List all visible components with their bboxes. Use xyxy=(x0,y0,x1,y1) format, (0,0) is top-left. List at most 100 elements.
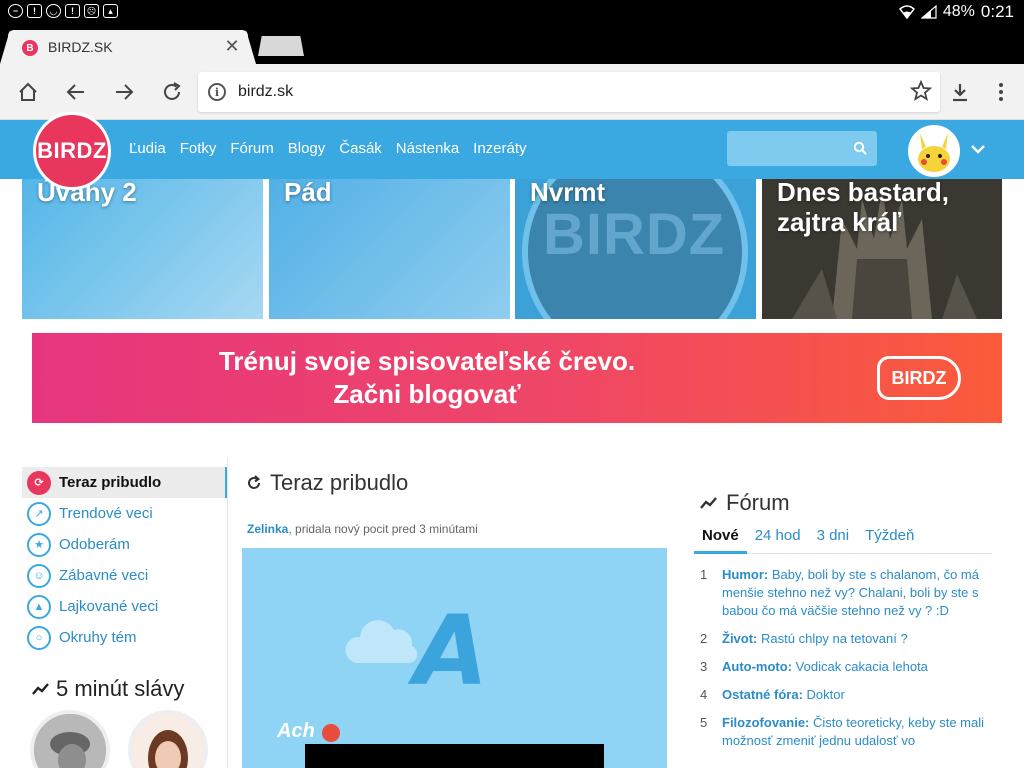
smile-icon: ☺ xyxy=(27,563,51,588)
browser-tab[interactable]: B BIRDZ.SK ✕ xyxy=(8,30,248,64)
favicon-icon: B xyxy=(22,40,38,56)
feed-heading: Teraz pribudlo xyxy=(246,470,408,496)
nav-fotky[interactable]: Fotky xyxy=(180,140,217,157)
item-title: Rastú chlpy na tetovaní ? xyxy=(761,631,908,646)
sidebar-item-trendove[interactable]: ↗ Trendové veci xyxy=(22,498,228,529)
new-tab-button[interactable] xyxy=(258,36,304,56)
sidebar-item-zabavne[interactable]: ☺ Zábavné veci xyxy=(22,560,228,591)
alert-icon: ! xyxy=(65,4,80,18)
item-number: 2 xyxy=(700,631,708,646)
sidebar-item-lajkovane[interactable]: ▲ Lajkované veci xyxy=(22,591,228,622)
item-number: 3 xyxy=(700,659,708,674)
clock: 0:21 xyxy=(980,2,1014,21)
search-icon[interactable] xyxy=(853,141,867,160)
more-vert-icon xyxy=(999,83,1003,101)
nav-inzeraty[interactable]: Inzeráty xyxy=(473,140,526,157)
item-number: 4 xyxy=(700,687,708,702)
item-category: Auto-moto: xyxy=(722,659,793,674)
blog-banner[interactable]: Trénuj svoje spisovateľské črevo. Začni … xyxy=(32,333,1002,423)
post-overlay xyxy=(305,744,604,768)
tab-tyzden[interactable]: Týždeň xyxy=(857,522,922,554)
item-title: Doktor xyxy=(806,687,845,702)
banner-text: Trénuj svoje spisovateľské črevo. Začni … xyxy=(192,345,662,411)
column-divider xyxy=(227,457,228,768)
fame-heading: 5 minút slávy xyxy=(32,676,184,702)
item-text: Auto-moto: Vodicak cakacia lehota xyxy=(722,658,928,676)
url-text[interactable]: birdz.sk xyxy=(238,83,293,101)
main-nav: Ľudia Fotky Fórum Blogy Časák Nástenka I… xyxy=(129,140,527,157)
tile-uvahy[interactable]: Úvahy 2 xyxy=(22,179,263,319)
tile-dnes-bastard[interactable]: Dnes bastard, zajtra kráľ xyxy=(762,179,1002,319)
sidebar-item-teraz-pribudlo[interactable]: ⟳ Teraz pribudlo xyxy=(22,467,228,498)
home-button[interactable] xyxy=(14,78,42,106)
arrow-left-icon xyxy=(66,84,84,100)
feed-sidebar: ⟳ Teraz pribudlo ↗ Trendové veci ★ Odobe… xyxy=(22,467,228,653)
list-item[interactable]: 2 Život: Rastú chlpy na tetovaní ? xyxy=(700,630,990,648)
list-item[interactable]: 1 Humor: Baby, boli by ste s chalanom, č… xyxy=(700,566,990,620)
trend-icon xyxy=(32,683,49,695)
sidebar-item-odoberam[interactable]: ★ Odoberám xyxy=(22,529,228,560)
nav-nastenka[interactable]: Nástenka xyxy=(396,140,459,157)
sidebar-item-label: Zábavné veci xyxy=(59,567,149,584)
bookmark-star-icon[interactable] xyxy=(909,79,933,107)
back-button[interactable] xyxy=(62,78,90,106)
user-avatar[interactable] xyxy=(908,125,960,177)
banner-line-2: Začni blogovať xyxy=(333,379,521,409)
item-category: Ostatné fóra: xyxy=(722,687,803,702)
sidebar-item-label: Odoberám xyxy=(59,536,130,553)
item-text: Filozofovanie: Čisto teoreticky, keby st… xyxy=(722,714,990,750)
sidebar-item-label: Okruhy tém xyxy=(59,629,137,646)
circle-icon: ○ xyxy=(27,625,51,650)
face-icon: ☹ xyxy=(84,4,99,18)
tile-pad[interactable]: Pád xyxy=(269,179,510,319)
image-icon: ▴ xyxy=(103,4,118,18)
home-icon xyxy=(19,82,37,101)
forum-tabs: Nové 24 hod 3 dni Týždeň xyxy=(694,522,992,554)
fame-avatar[interactable] xyxy=(30,710,110,768)
info-icon[interactable]: i xyxy=(208,83,226,101)
menu-button[interactable] xyxy=(987,78,1015,106)
item-text: Ostatné fóra: Doktor xyxy=(722,686,845,704)
nav-casak[interactable]: Časák xyxy=(339,140,382,157)
list-item[interactable]: 3 Auto-moto: Vodicak cakacia lehota xyxy=(700,658,990,676)
tile-title: Dnes bastard, zajtra kráľ xyxy=(777,179,949,237)
item-text: Humor: Baby, boli by ste s chalanom, čo … xyxy=(722,566,990,620)
nav-blogy[interactable]: Blogy xyxy=(288,140,326,157)
post-author[interactable]: Zelinka xyxy=(247,522,288,536)
arrow-right-icon xyxy=(116,84,134,100)
tile-nvrmt[interactable]: BIRDZ Nvrmt xyxy=(515,179,756,319)
minus-circle-icon: − xyxy=(8,4,23,18)
sidebar-item-okruhy[interactable]: ○ Okruhy tém xyxy=(22,622,228,653)
tab-24-hod[interactable]: 24 hod xyxy=(747,522,809,554)
site-logo[interactable]: BIRDZ xyxy=(33,112,111,190)
close-tab-icon[interactable]: ✕ xyxy=(222,36,242,56)
status-bar: − ! ◡ ! ☹ ▴ 48% 0:21 xyxy=(0,0,1024,24)
feed-title: Teraz pribudlo xyxy=(270,470,409,495)
sidebar-item-label: Teraz pribudlo xyxy=(59,474,162,491)
download-button[interactable] xyxy=(946,78,974,106)
fame-avatar[interactable] xyxy=(128,710,208,768)
item-number: 1 xyxy=(700,567,708,582)
item-category: Filozofovanie: xyxy=(722,715,810,730)
chevron-down-icon[interactable] xyxy=(970,142,986,160)
nav-ludia[interactable]: Ľudia xyxy=(129,140,166,157)
reload-button[interactable] xyxy=(158,78,186,106)
tile-title: Pád xyxy=(284,179,332,207)
soldier-photo xyxy=(34,714,106,768)
post-meta-text: , pridala nový pocit pred 3 minútami xyxy=(288,522,478,536)
list-item[interactable]: 5 Filozofovanie: Čisto teoreticky, keby … xyxy=(700,714,990,750)
post-caption: Ach xyxy=(277,720,315,742)
trend-icon xyxy=(700,497,717,509)
incognito-icon: ◡ xyxy=(46,4,61,18)
search-input[interactable] xyxy=(727,131,847,166)
post-image[interactable]: A Ach xyxy=(242,548,667,768)
list-item[interactable]: 4 Ostatné fóra: Doktor xyxy=(700,686,990,704)
tab-nove[interactable]: Nové xyxy=(694,522,747,554)
address-bar[interactable]: i birdz.sk xyxy=(198,72,940,112)
notification-icons: − ! ◡ ! ☹ ▴ xyxy=(8,4,118,18)
tab-title: BIRDZ.SK xyxy=(48,39,113,55)
nav-forum[interactable]: Fórum xyxy=(230,140,273,157)
forward-button[interactable] xyxy=(110,78,138,106)
tab-3-dni[interactable]: 3 dni xyxy=(809,522,858,554)
site-search xyxy=(727,131,877,166)
